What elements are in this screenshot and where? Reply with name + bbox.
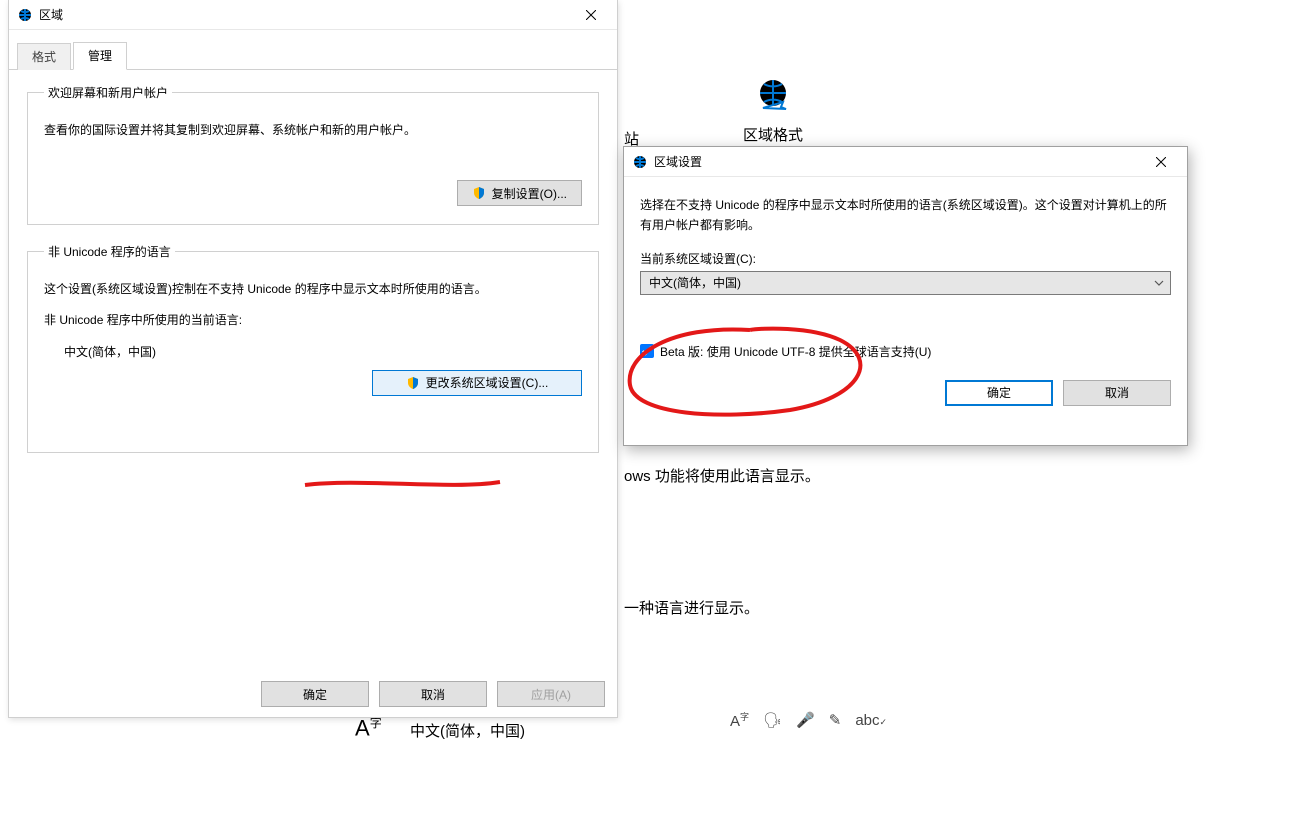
language-az-icon: A字 <box>355 714 382 741</box>
region-dialog-titlebar: 区域 <box>9 0 617 30</box>
tabs: 格式 管理 <box>9 30 617 70</box>
tab-admin[interactable]: 管理 <box>73 42 127 70</box>
settings-dialog-titlebar: 区域设置 <box>624 147 1187 177</box>
close-icon <box>1156 157 1166 167</box>
utf8-checkbox-label: Beta 版: 使用 Unicode UTF-8 提供全球语言支持(U) <box>660 343 931 360</box>
chevron-down-icon <box>1154 278 1164 288</box>
dialog-title: 区域 <box>39 6 569 23</box>
globe-icon <box>753 75 793 115</box>
text-to-speech-icon: A字 <box>730 710 749 730</box>
settings-desc: 选择在不支持 Unicode 的程序中显示文本时所使用的语言(系统区域设置)。这… <box>640 195 1171 236</box>
change-system-locale-button[interactable]: 更改系统区域设置(C)... <box>372 370 582 396</box>
bg-text-windows-lang: ows 功能将使用此语言显示。 <box>624 465 820 486</box>
non-unicode-group: 非 Unicode 程序的语言 这个设置(系统区域设置)控制在不支持 Unico… <box>27 243 599 453</box>
handwriting-icon: ✎ <box>829 711 842 729</box>
close-icon <box>586 10 596 20</box>
globe-icon <box>632 154 648 170</box>
copy-settings-label: 复制设置(O)... <box>492 185 567 202</box>
utf8-checkbox-row: Beta 版: 使用 Unicode UTF-8 提供全球语言支持(U) <box>640 343 1171 360</box>
bg-lang-display: 中文(简体，中国) <box>410 720 525 741</box>
region-dialog: 区域 格式 管理 欢迎屏幕和新用户帐户 查看你的国际设置并将其复制到欢迎屏幕、系… <box>8 0 618 718</box>
non-unicode-desc: 这个设置(系统区域设置)控制在不支持 Unicode 的程序中显示文本时所使用的… <box>44 280 582 299</box>
locale-combobox-value: 中文(简体，中国) <box>649 274 741 291</box>
apply-button: 应用(A) <box>497 681 605 707</box>
current-lang-label: 非 Unicode 程序中所使用的当前语言: <box>44 311 582 330</box>
settings-cancel-button[interactable]: 取消 <box>1063 380 1171 406</box>
dialog-button-row: 确定 取消 应用(A) <box>261 681 605 707</box>
shield-icon <box>406 376 420 390</box>
tab-admin-body: 欢迎屏幕和新用户帐户 查看你的国际设置并将其复制到欢迎屏幕、系统帐户和新的用户帐… <box>9 70 617 666</box>
tab-formats[interactable]: 格式 <box>17 43 71 70</box>
bg-text-another-lang: 一种语言进行显示。 <box>624 597 759 618</box>
region-format-shortcut[interactable]: 区域格式 <box>743 75 803 145</box>
lang-feature-icons: A字 🗣 🎤 ✎ abc✓ <box>730 710 887 730</box>
speech-icon: 🗣 <box>763 711 782 729</box>
settings-body: 选择在不支持 Unicode 的程序中显示文本时所使用的语言(系统区域设置)。这… <box>624 177 1187 418</box>
ok-button[interactable]: 确定 <box>261 681 369 707</box>
region-settings-dialog: 区域设置 选择在不支持 Unicode 的程序中显示文本时所使用的语言(系统区域… <box>623 146 1188 446</box>
region-format-label: 区域格式 <box>743 124 803 145</box>
shield-icon <box>472 186 486 200</box>
settings-button-row: 确定 取消 <box>640 380 1171 406</box>
settings-dialog-title: 区域设置 <box>654 153 1139 170</box>
current-lang-value: 中文(简体，中国) <box>64 343 582 360</box>
settings-close-button[interactable] <box>1139 148 1183 176</box>
mic-icon: 🎤 <box>796 711 815 729</box>
change-system-locale-label: 更改系统区域设置(C)... <box>426 374 549 391</box>
close-button[interactable] <box>569 1 613 29</box>
welcome-legend: 欢迎屏幕和新用户帐户 <box>44 84 172 101</box>
globe-icon <box>17 7 33 23</box>
combo-label: 当前系统区域设置(C): <box>640 250 1171 267</box>
non-unicode-legend: 非 Unicode 程序的语言 <box>44 243 175 260</box>
welcome-group: 欢迎屏幕和新用户帐户 查看你的国际设置并将其复制到欢迎屏幕、系统帐户和新的用户帐… <box>27 84 599 225</box>
copy-settings-button[interactable]: 复制设置(O)... <box>457 180 582 206</box>
utf8-checkbox[interactable] <box>640 344 654 358</box>
spellcheck-icon: abc✓ <box>855 712 887 729</box>
locale-combobox[interactable]: 中文(简体，中国) <box>640 271 1171 295</box>
settings-ok-button[interactable]: 确定 <box>945 380 1053 406</box>
cancel-button[interactable]: 取消 <box>379 681 487 707</box>
welcome-desc: 查看你的国际设置并将其复制到欢迎屏幕、系统帐户和新的用户帐户。 <box>44 121 582 140</box>
